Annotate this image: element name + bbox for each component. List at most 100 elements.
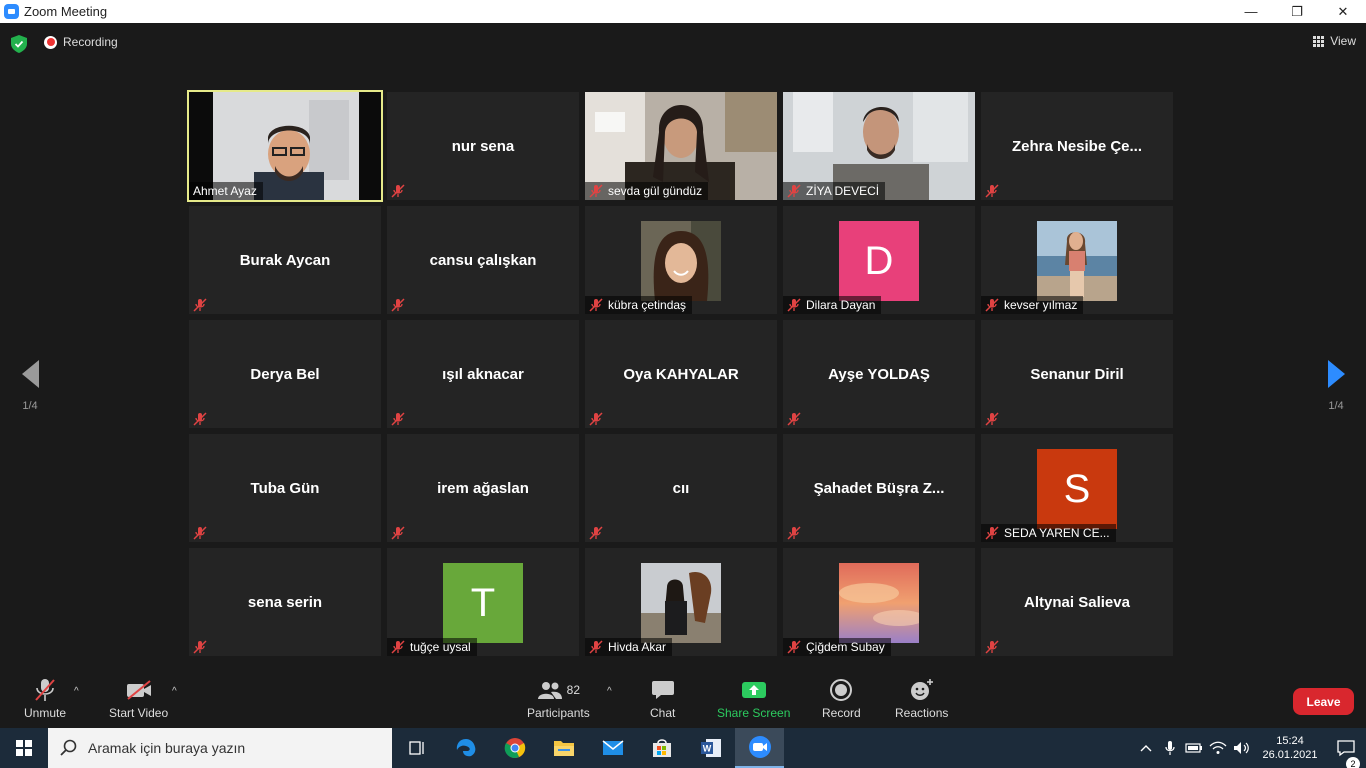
task-view-icon [408,741,424,755]
participant-tile[interactable]: Ahmet Ayaz [187,90,383,202]
volume-icon[interactable] [1230,741,1254,755]
next-page-button[interactable]: 1/4 [1306,350,1366,420]
participant-tile[interactable]: Derya Bel [189,320,381,428]
close-button[interactable]: ✕ [1320,0,1366,23]
system-tray: 15:24 26.01.2021 2 [1134,728,1366,768]
muted-mic-icon [589,526,603,540]
minimize-button[interactable]: — [1228,0,1274,23]
participants-options-caret-icon[interactable]: ^ [607,686,612,697]
chat-icon [651,681,674,699]
start-video-button[interactable]: Start Video [109,676,168,720]
store-taskbar-button[interactable] [637,728,686,768]
windows-logo-icon [16,740,32,756]
participant-tile[interactable]: cıı [585,434,777,542]
participant-tile[interactable]: Senanur Diril [981,320,1173,428]
audio-options-caret-icon[interactable]: ^ [74,686,79,697]
view-label: View [1330,34,1356,48]
participant-tile[interactable]: Burak Aycan [189,206,381,314]
record-label: Record [822,706,861,720]
participant-status [783,524,812,542]
recording-indicator[interactable]: Recording [44,35,118,49]
start-video-label: Start Video [109,706,169,720]
participant-tile[interactable]: ışıl aknacar [387,320,579,428]
page-indicator-left: 1/4 [22,400,38,412]
window-title: Zoom Meeting [24,4,108,19]
arrow-right-icon [1327,360,1345,388]
participant-tile[interactable]: S SEDA YAREN CE... [981,434,1173,542]
participant-tile[interactable]: sena serin [189,548,381,656]
svg-text:W: W [702,744,711,754]
muted-mic-icon [589,412,603,426]
action-center-button[interactable]: 2 [1326,739,1366,768]
participant-tile[interactable]: ZİYA DEVECİ [783,92,975,200]
view-button[interactable]: View [1313,34,1356,48]
leave-button[interactable]: Leave [1293,688,1354,715]
word-taskbar-button[interactable]: W [686,728,735,768]
participant-tile[interactable]: cansu çalışkan [387,206,579,314]
participant-tile[interactable]: Zehra Nesibe Çe... [981,92,1173,200]
battery-icon[interactable] [1182,742,1206,754]
participant-tile[interactable]: sevda gül gündüz [585,92,777,200]
search-icon [60,739,77,756]
participant-name-label: Hivda Akar [585,638,673,656]
wifi-icon[interactable] [1206,741,1230,755]
previous-page-button[interactable]: 1/4 [0,350,60,420]
chrome-taskbar-button[interactable] [490,728,539,768]
muted-mic-icon [193,298,207,312]
participants-button[interactable]: 82 Participants [527,676,590,720]
participant-tile[interactable]: irem ağaslan [387,434,579,542]
participant-tile[interactable]: Altynai Salieva [981,548,1173,656]
reactions-button[interactable]: Reactions [895,676,948,720]
record-icon [830,679,853,701]
start-button[interactable] [0,728,48,768]
participant-name-label: sevda gül gündüz [585,182,709,200]
task-view-button[interactable] [392,728,441,768]
participant-status [585,524,614,542]
search-input[interactable] [88,740,368,756]
participant-status [387,296,416,314]
participant-tile[interactable]: kübra çetindaş [585,206,777,314]
muted-mic-icon [787,526,801,540]
participant-tile[interactable]: Tuba Gün [189,434,381,542]
chat-button[interactable]: Chat [650,676,675,720]
participant-name-label: kübra çetindaş [585,296,693,314]
video-off-icon [126,680,151,700]
participant-tile[interactable]: Hivda Akar [585,548,777,656]
avatar-initial: T [443,563,523,643]
participant-tile[interactable]: Oya KAHYALAR [585,320,777,428]
meeting-header: Recording View [0,23,1366,63]
participant-tile[interactable]: Şahadet Büşra Z... [783,434,975,542]
taskbar-clock[interactable]: 15:24 26.01.2021 [1254,734,1326,762]
zoom-taskbar-button[interactable] [735,728,784,768]
participant-status [387,410,416,428]
participant-tile[interactable]: T tuğçe uysal [387,548,579,656]
participant-name-label: Dilara Dayan [783,296,882,314]
muted-mic-icon [391,184,405,198]
record-button[interactable]: Record [822,676,861,720]
maximize-button[interactable]: ❐ [1274,0,1320,23]
mail-taskbar-button[interactable] [588,728,637,768]
gallery-grid: Ahmet Ayaz nur sena sevda gül gündüz ZİY… [187,90,1177,658]
participant-tile[interactable]: nur sena [387,92,579,200]
share-screen-button[interactable]: Share Screen [717,676,790,720]
participant-tile[interactable]: D Dilara Dayan [783,206,975,314]
muted-mic-icon [193,526,207,540]
show-hidden-icons-chevron-up-icon[interactable] [1134,744,1158,752]
taskbar-search[interactable] [48,728,392,768]
participant-tile[interactable]: kevser yılmaz [981,206,1173,314]
participant-tile[interactable]: Ayşe YOLDAŞ [783,320,975,428]
store-bag-icon [652,739,671,757]
participant-tile[interactable]: Çiğdem Subay [783,548,975,656]
unmute-button[interactable]: Unmute [24,676,66,720]
shield-icon[interactable] [11,35,27,53]
mail-icon [602,740,623,755]
video-options-caret-icon[interactable]: ^ [172,686,177,697]
edge-taskbar-button[interactable] [441,728,490,768]
file-explorer-taskbar-button[interactable] [539,728,588,768]
muted-mic-icon [787,640,801,654]
profile-photo [1037,221,1117,301]
participants-label: Participants [527,706,590,720]
microphone-tray-icon[interactable] [1158,740,1182,756]
participant-status [189,638,218,656]
record-dot-icon [44,35,57,49]
